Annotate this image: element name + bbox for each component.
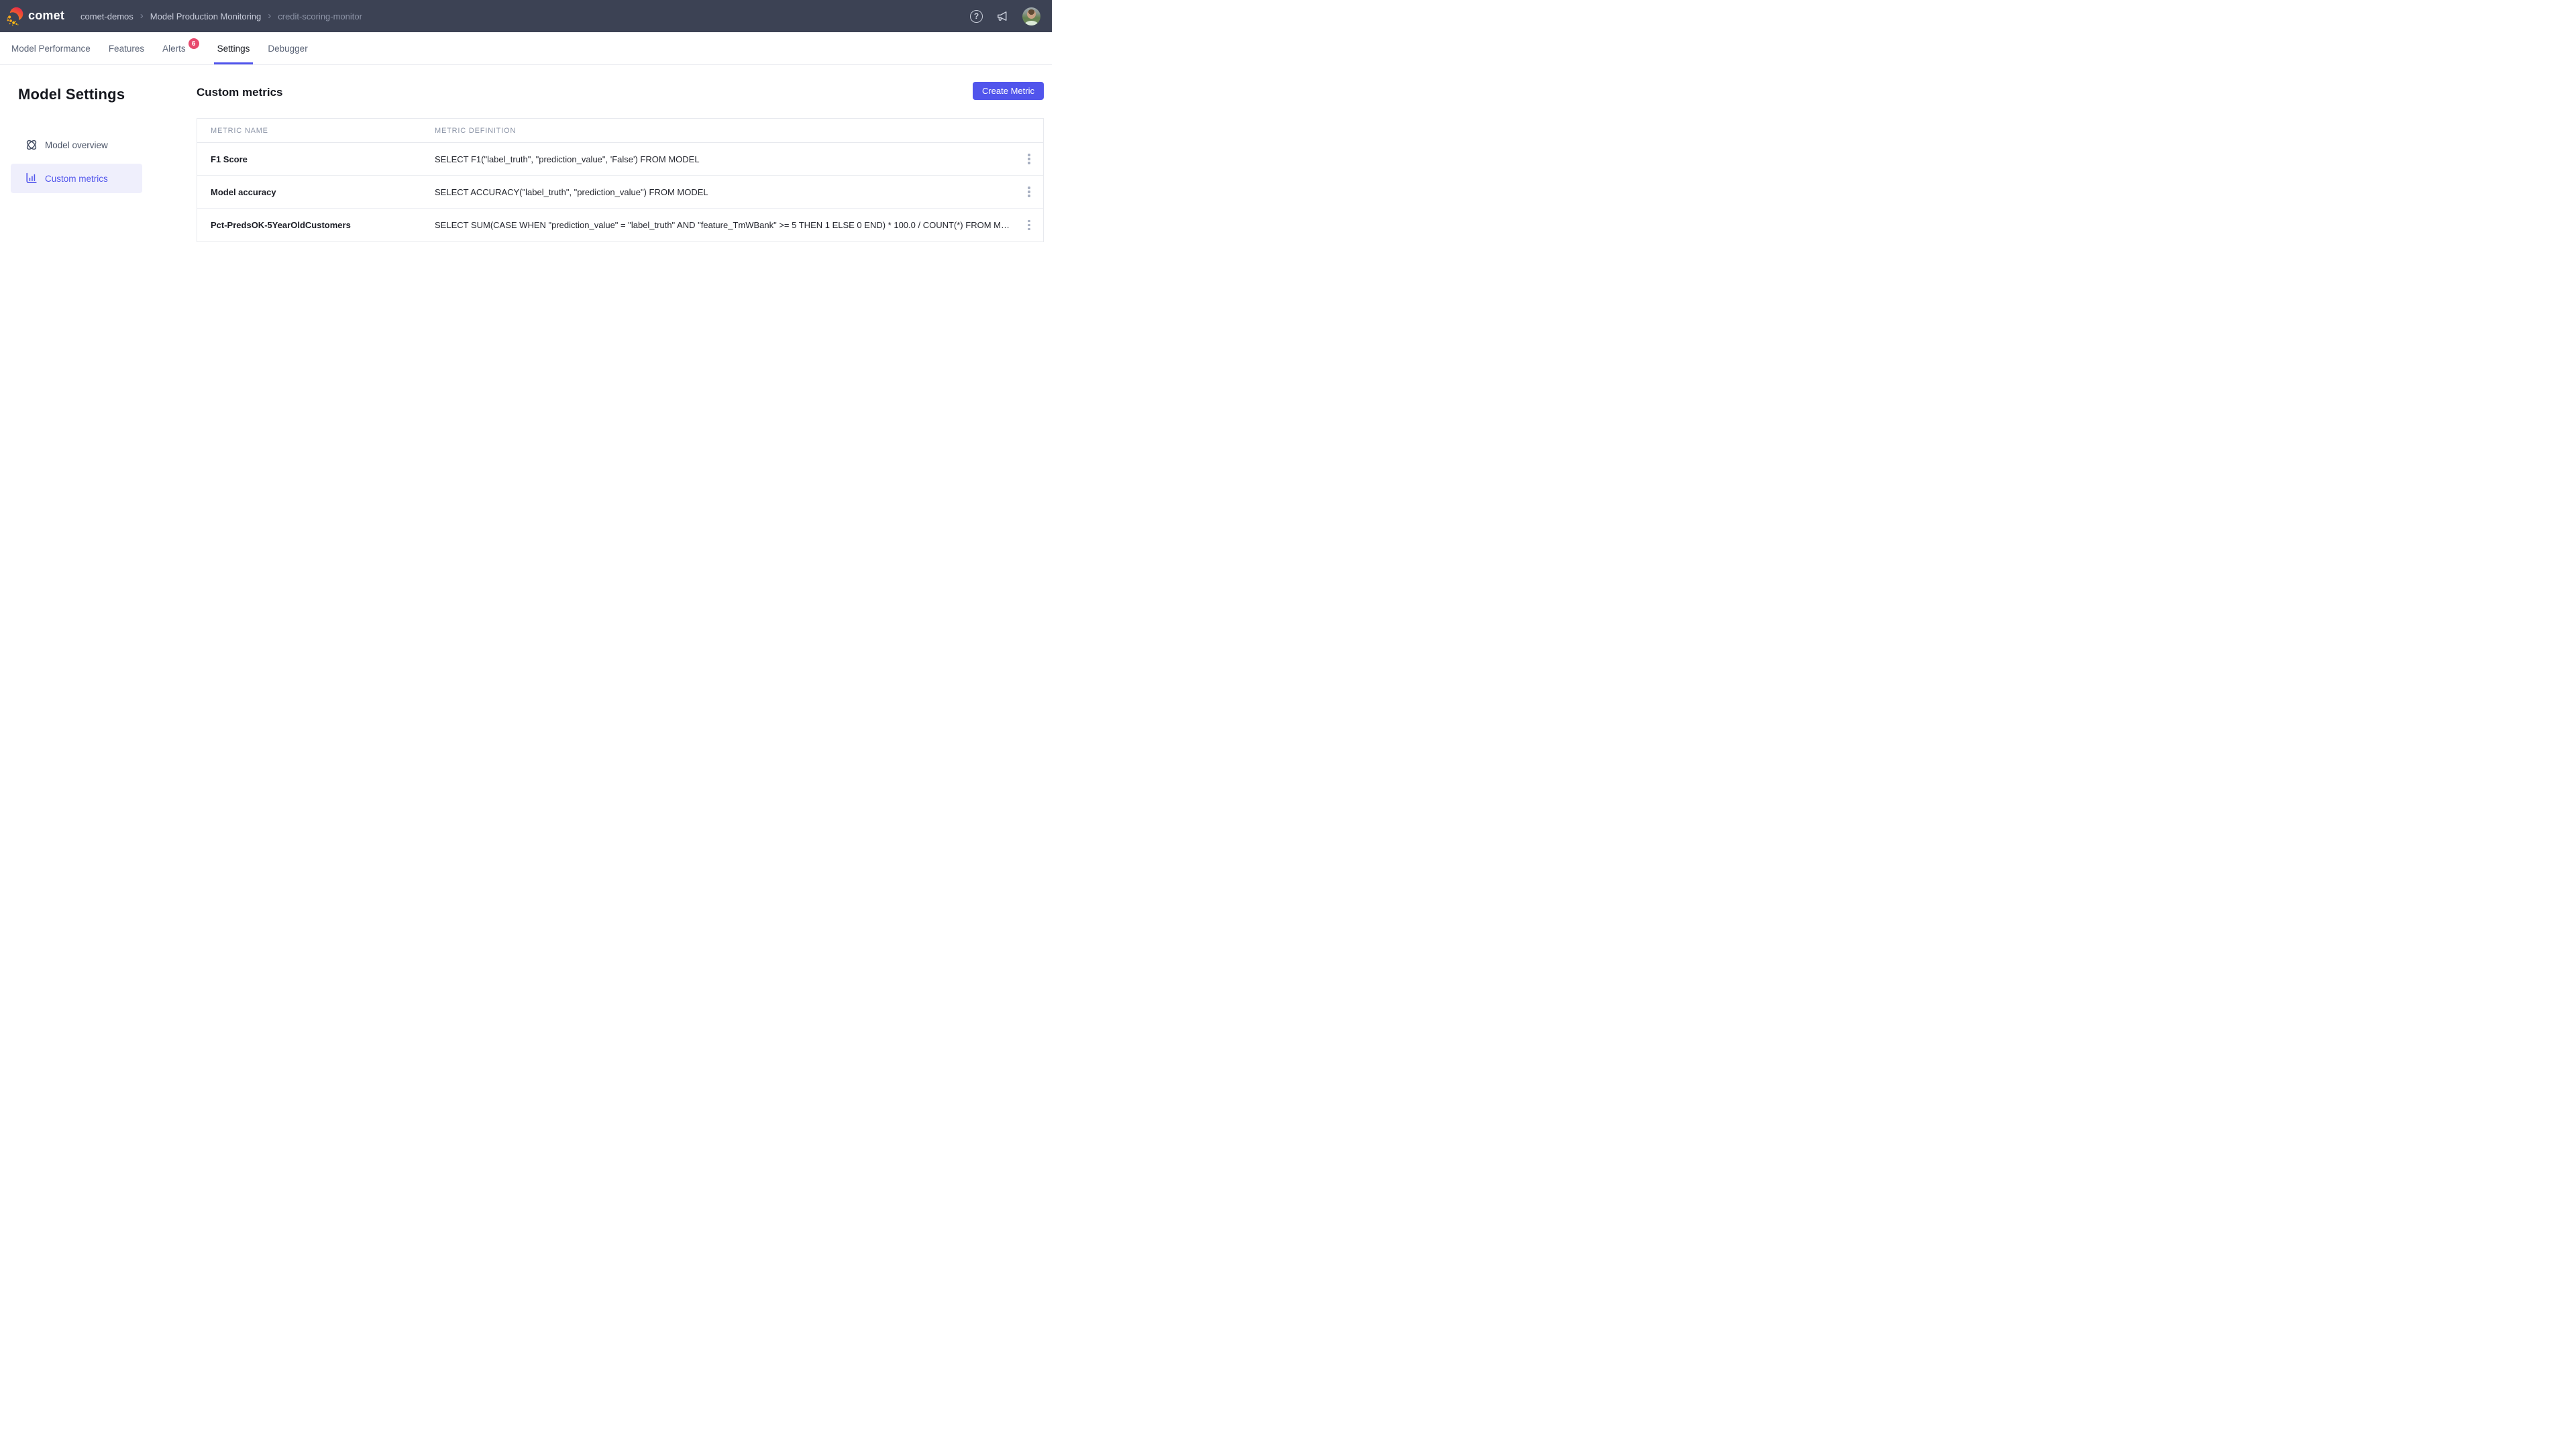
breadcrumb-item-project[interactable]: Model Production Monitoring <box>150 11 261 21</box>
table-header-row: METRIC NAME METRIC DEFINITION <box>197 119 1043 143</box>
page-title: Model Settings <box>18 86 125 103</box>
comet-logo-icon <box>6 6 26 26</box>
help-icon[interactable]: ? <box>970 10 983 23</box>
sidebar-item-label: Custom metrics <box>45 174 108 184</box>
tab-label: Settings <box>217 44 250 54</box>
table-row: Model accuracy SELECT ACCURACY("label_tr… <box>197 176 1043 209</box>
metric-name-cell: Model accuracy <box>197 187 435 197</box>
sidebar-item-custom-metrics[interactable]: Custom metrics <box>11 164 142 193</box>
breadcrumb-item-model: credit-scoring-monitor <box>278 11 362 21</box>
user-avatar[interactable] <box>1022 7 1040 25</box>
kebab-menu-icon[interactable] <box>1020 217 1038 234</box>
topbar-actions: ? <box>970 7 1052 25</box>
app-window: comet comet-demos › Model Production Mon… <box>0 0 1052 592</box>
chevron-right-separator: › <box>140 11 144 21</box>
metric-definition-cell: SELECT ACCURACY("label_truth", "predicti… <box>435 187 1043 197</box>
breadcrumb-item-workspace[interactable]: comet-demos <box>80 11 133 21</box>
sidebar-item-model-overview[interactable]: Model overview <box>11 130 142 160</box>
tab-features[interactable]: Features <box>109 32 144 64</box>
metric-name-cell: F1 Score <box>197 154 435 164</box>
tab-model-performance[interactable]: Model Performance <box>11 32 91 64</box>
model-tabbar: Model Performance Features Alerts 6 Sett… <box>0 32 1052 65</box>
column-header-metric-name: METRIC NAME <box>197 127 435 135</box>
metric-definition-cell: SELECT F1("label_truth", "prediction_val… <box>435 154 1043 164</box>
breadcrumb: comet-demos › Model Production Monitorin… <box>80 11 362 21</box>
kebab-menu-icon[interactable] <box>1020 150 1038 168</box>
metric-name-cell: Pct-PredsOK-5YearOldCustomers <box>197 220 435 230</box>
create-metric-button[interactable]: Create Metric <box>973 82 1044 100</box>
comet-logo-text: comet <box>28 9 64 21</box>
kebab-menu-icon[interactable] <box>1020 183 1038 201</box>
comet-logo[interactable]: comet <box>6 6 64 26</box>
tab-debugger[interactable]: Debugger <box>268 32 307 64</box>
alerts-count-badge: 6 <box>189 38 199 49</box>
custom-metrics-table: METRIC NAME METRIC DEFINITION F1 Score S… <box>197 118 1044 242</box>
chevron-right-separator: › <box>268 11 271 21</box>
settings-sidebar: Model overview Custom metrics <box>11 130 142 193</box>
table-row: Pct-PredsOK-5YearOldCustomers SELECT SUM… <box>197 209 1043 241</box>
tab-alerts[interactable]: Alerts 6 <box>162 32 199 64</box>
topbar: comet comet-demos › Model Production Mon… <box>0 0 1052 32</box>
megaphone-icon[interactable] <box>996 9 1010 23</box>
model-overview-icon <box>25 138 38 152</box>
section-title: Custom metrics <box>197 86 282 99</box>
sidebar-item-label: Model overview <box>45 140 108 150</box>
bar-chart-icon <box>25 172 38 185</box>
metric-definition-cell: SELECT SUM(CASE WHEN "prediction_value" … <box>435 220 1043 230</box>
tab-label: Alerts <box>162 44 186 54</box>
table-row: F1 Score SELECT F1("label_truth", "predi… <box>197 143 1043 176</box>
tab-label: Features <box>109 44 144 54</box>
tab-label: Model Performance <box>11 44 91 54</box>
tab-settings[interactable]: Settings <box>217 32 250 64</box>
column-header-metric-definition: METRIC DEFINITION <box>435 127 516 135</box>
tab-label: Debugger <box>268 44 307 54</box>
